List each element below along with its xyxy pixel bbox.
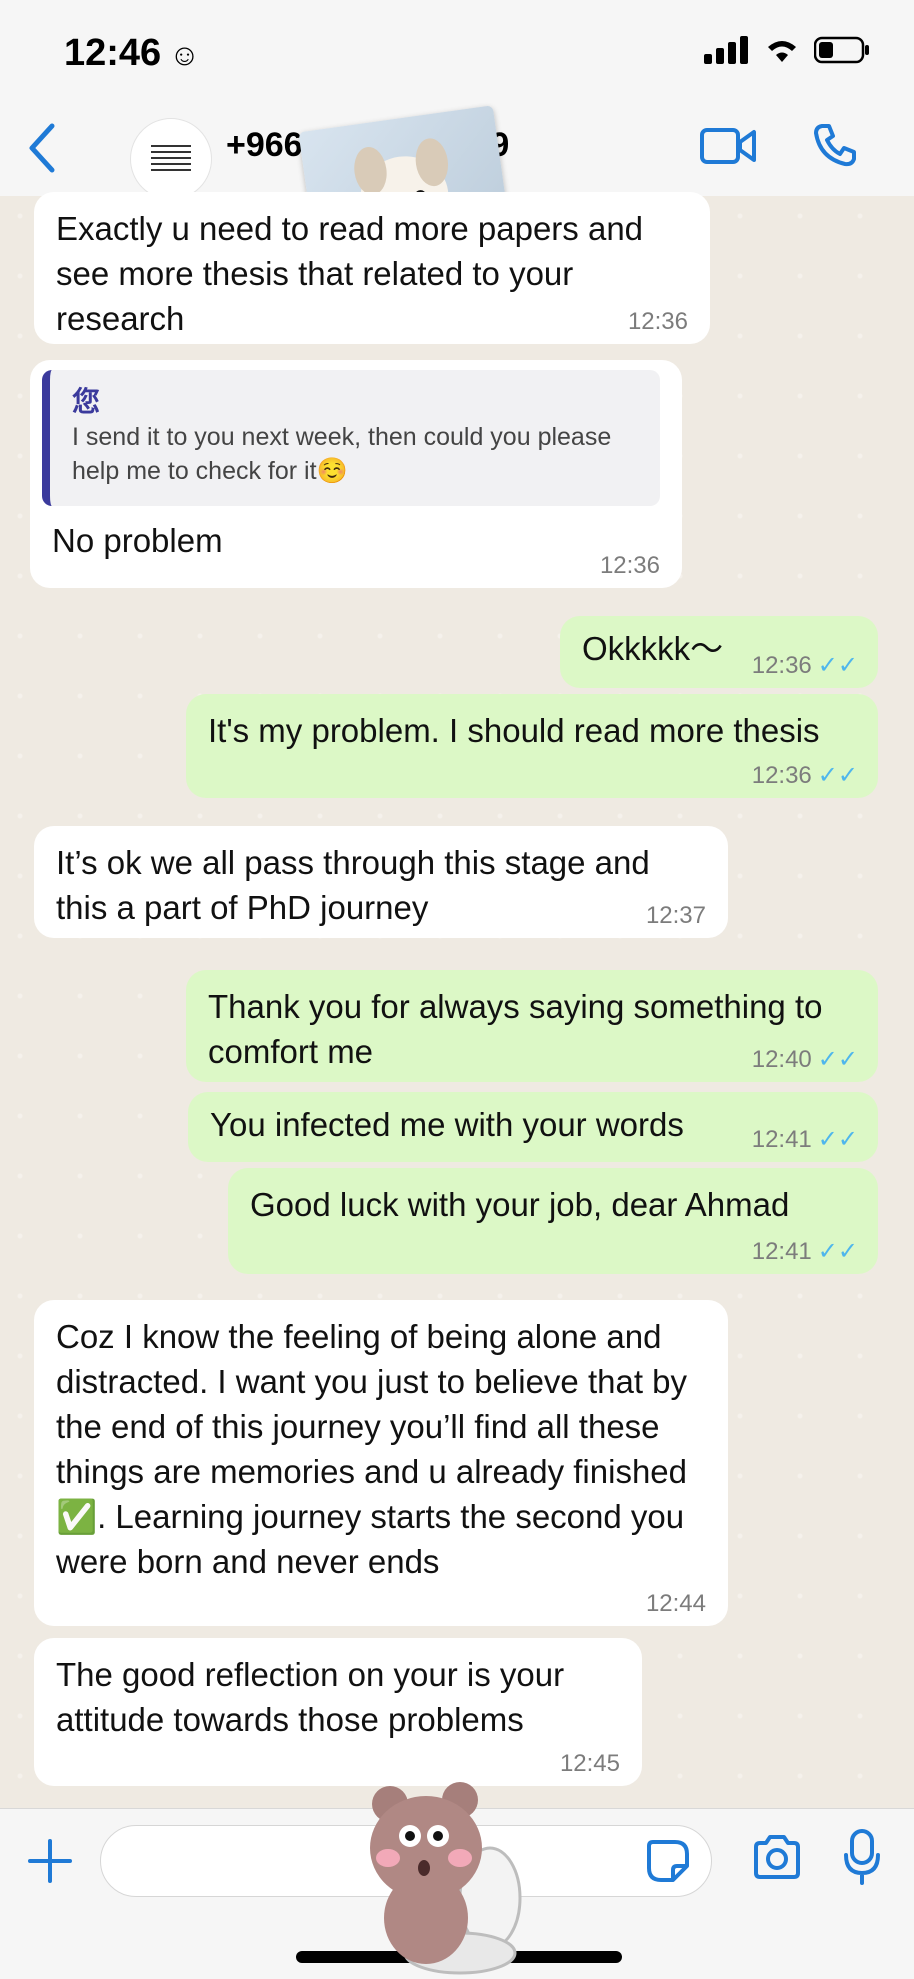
- message-meta: 12:41 ✓✓: [752, 1128, 858, 1152]
- message-bubble[interactable]: The good reflection on your is your atti…: [34, 1638, 642, 1786]
- chat-area[interactable]: Exactly u need to read more papers and s…: [0, 192, 914, 1808]
- avatar-image: [151, 145, 191, 173]
- message-time: 12:36: [627, 308, 688, 335]
- message-meta: 12:36 ✓✓: [752, 764, 858, 788]
- message-time: 12:36: [751, 652, 812, 679]
- video-call-icon[interactable]: [700, 126, 756, 166]
- message-bubble[interactable]: You infected me with your words 12:41 ✓✓: [188, 1092, 878, 1162]
- read-ticks-icon: ✓✓: [817, 762, 858, 789]
- message-bubble[interactable]: Coz I know the feeling of being alone an…: [34, 1300, 728, 1626]
- message-text: Good luck with your job, dear Ahmad: [250, 1186, 790, 1223]
- message-meta: 12:41 ✓✓: [752, 1240, 858, 1264]
- wifi-icon: [768, 41, 796, 62]
- quoted-text: I send it to you next week, then could y…: [72, 423, 612, 485]
- message-bubble[interactable]: Okkkkk～ 12:36 ✓✓: [560, 616, 878, 688]
- status-icons: [704, 36, 870, 64]
- message-bubble[interactable]: Exactly u need to read more papers and s…: [34, 192, 710, 344]
- bear-sticker: [370, 1782, 522, 1975]
- message-time: 12:41: [751, 1126, 812, 1153]
- quoted-message[interactable]: 您 I send it to you next week, then could…: [42, 370, 660, 506]
- message-text: Exactly u need to read more papers and s…: [56, 210, 644, 337]
- message-bubble[interactable]: 您 I send it to you next week, then could…: [30, 360, 682, 588]
- battery-icon: [814, 36, 869, 64]
- message-text: No problem: [52, 522, 223, 559]
- message-time: 12:44: [645, 1590, 706, 1617]
- message-time: 12:36: [599, 552, 660, 579]
- camera-icon[interactable]: [752, 1835, 802, 1879]
- message-meta: 12:36 ✓✓: [752, 654, 858, 678]
- message-time: 12:41: [751, 1238, 812, 1265]
- read-ticks-icon: ✓✓: [817, 1238, 858, 1265]
- chevron-left-icon[interactable]: [22, 120, 62, 176]
- phone-icon[interactable]: [812, 122, 858, 168]
- message-text: Coz I know the feeling of being alone an…: [56, 1318, 688, 1580]
- message-meta: 12:40 ✓✓: [752, 1048, 858, 1072]
- message-text: It's my problem. I should read more thes…: [208, 712, 820, 749]
- chat-header: +966 5 9: [0, 100, 914, 311]
- message-time: 12:40: [751, 1046, 812, 1073]
- contact-avatar[interactable]: [130, 118, 212, 200]
- status-time: 12:46 ☺: [64, 32, 200, 75]
- message-time: 12:45: [559, 1750, 620, 1777]
- message-text: It’s ok we all pass through this stage a…: [56, 844, 650, 926]
- plus-icon[interactable]: [26, 1837, 74, 1885]
- read-ticks-icon: ✓✓: [817, 1046, 858, 1073]
- message-bubble[interactable]: Thank you for always saying something to…: [186, 970, 878, 1082]
- read-ticks-icon: ✓✓: [817, 1126, 858, 1153]
- message-time: 12:36: [751, 762, 812, 789]
- message-bubble[interactable]: It’s ok we all pass through this stage a…: [34, 826, 728, 938]
- smiley-icon: ☺: [169, 39, 200, 72]
- message-time: 12:37: [645, 902, 706, 929]
- message-text: The good reflection on your is your atti…: [56, 1656, 565, 1738]
- message-bubble[interactable]: Good luck with your job, dear Ahmad 12:4…: [228, 1168, 878, 1274]
- read-ticks-icon: ✓✓: [817, 652, 858, 679]
- status-bar: 12:46 ☺: [0, 0, 914, 100]
- quoted-author: 您: [72, 386, 101, 417]
- message-bubble[interactable]: It's my problem. I should read more thes…: [186, 694, 878, 798]
- sticker-icon[interactable]: [645, 1838, 691, 1884]
- signal-icon: [704, 36, 748, 64]
- clock-text: 12:46: [64, 32, 162, 74]
- microphone-icon[interactable]: [842, 1829, 882, 1885]
